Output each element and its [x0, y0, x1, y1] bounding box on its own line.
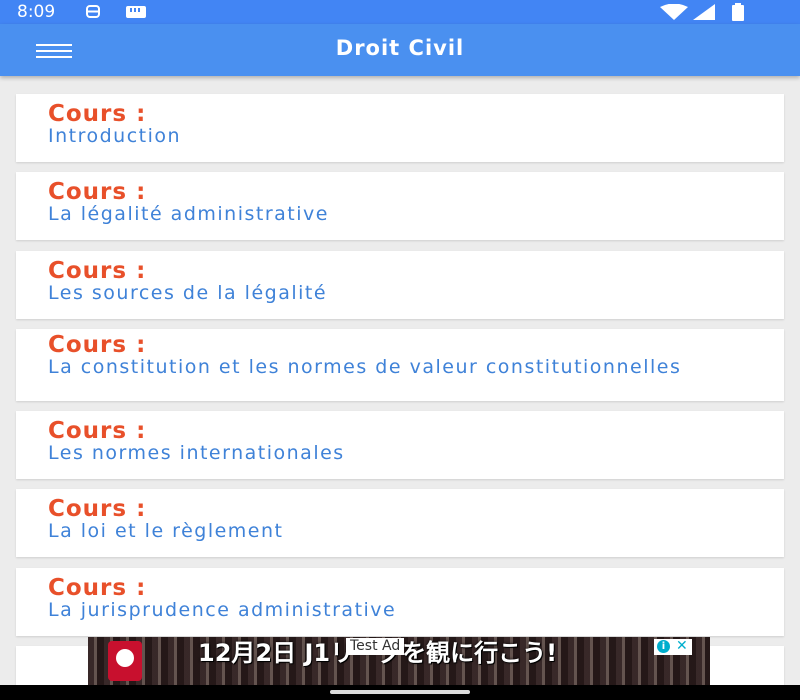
- course-card[interactable]: Cours : Les normes internationales: [16, 411, 784, 479]
- sd-card-icon: [126, 6, 146, 18]
- course-label: Cours :: [48, 332, 147, 358]
- course-label: Cours :: [48, 179, 147, 205]
- course-card[interactable]: Cours : La jurisprudence administrative: [16, 568, 784, 636]
- course-label: Cours :: [48, 101, 147, 127]
- close-icon[interactable]: ✕: [676, 638, 688, 654]
- ad-test-label: Test Ad: [346, 638, 405, 655]
- course-card[interactable]: Cours : Les sources de la légalité: [16, 251, 784, 319]
- course-title: Les sources de la légalité: [48, 282, 328, 304]
- wifi-icon: [660, 4, 688, 20]
- course-title: La constitution et les normes de valeur …: [48, 356, 682, 378]
- course-card[interactable]: Cours : La légalité administrative: [16, 172, 784, 240]
- home-gesture-handle[interactable]: [330, 690, 470, 694]
- course-card[interactable]: Cours : La constitution et les normes de…: [16, 329, 784, 401]
- navigation-bar: [0, 685, 800, 700]
- status-time: 8:09: [17, 2, 56, 22]
- ad-logo: [108, 641, 142, 681]
- course-label: Cours :: [48, 258, 147, 284]
- notification-icon: [86, 5, 100, 18]
- app-bar: Droit Civil: [0, 24, 800, 76]
- course-card[interactable]: Cours : Introduction: [16, 94, 784, 162]
- course-title: La loi et le règlement: [48, 520, 284, 542]
- status-bar: 8:09: [0, 0, 800, 24]
- course-title: Introduction: [48, 125, 182, 147]
- course-title: Les normes internationales: [48, 442, 345, 464]
- info-icon[interactable]: i: [657, 640, 670, 653]
- ad-choices[interactable]: i ✕: [654, 638, 692, 655]
- course-card[interactable]: Cours : La loi et le règlement: [16, 489, 784, 557]
- signal-icon: [693, 4, 715, 20]
- app-title: Droit Civil: [335, 36, 465, 60]
- course-title: La légalité administrative: [48, 203, 329, 225]
- course-label: Cours :: [48, 496, 147, 522]
- course-label: Cours :: [48, 575, 147, 601]
- ad-banner[interactable]: 12月2日 J1リーグを観に行こう! Test Ad i ✕: [88, 637, 710, 685]
- course-title: La jurisprudence administrative: [48, 599, 397, 621]
- battery-icon: [732, 3, 744, 21]
- course-label: Cours :: [48, 418, 147, 444]
- ad-headline: 12月2日 J1リーグを観に行こう!: [198, 639, 558, 667]
